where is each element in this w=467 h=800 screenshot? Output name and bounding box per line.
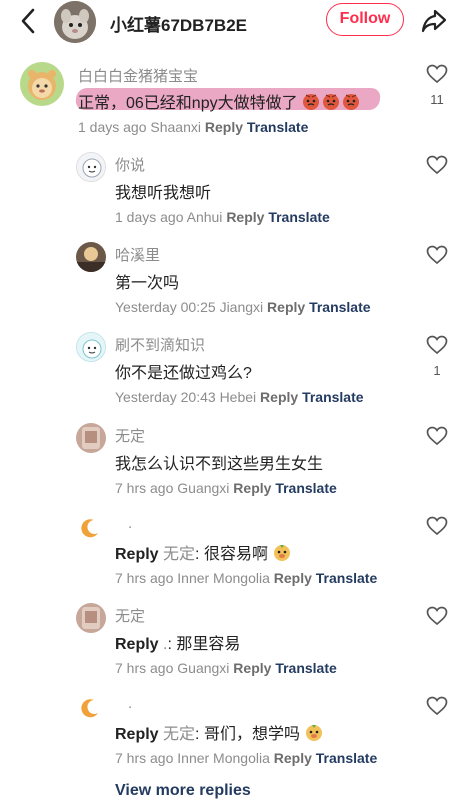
user-avatar[interactable] [76,332,106,362]
author-name[interactable]: 小红薯67DB7B2E [110,11,247,36]
comment-text: Reply 无定: 很容易啊 [115,540,292,567]
heart-icon[interactable] [426,426,448,446]
top-bar: 小红薯67DB7B2E Follow [0,0,467,44]
user-avatar[interactable] [76,242,106,272]
comment-time-location: 7 hrs ago Inner Mongolia [115,570,270,586]
reply-label: Reply [115,726,159,743]
heart-icon[interactable] [426,516,448,536]
view-more-replies-link[interactable]: View more replies [115,782,251,800]
comment-username[interactable]: 无定 [115,605,145,626]
heart-icon[interactable] [426,64,448,84]
heart-icon[interactable] [426,606,448,626]
translate-button[interactable]: Translate [275,660,336,676]
comment-meta: 7 hrs ago Inner Mongolia Reply Translate [115,570,377,586]
comment-time-location: Yesterday 20:43 Hebei [115,389,257,405]
comment-body: 正常，06已经和npy大做特做了 [78,95,298,112]
comment-time-location: 7 hrs ago Guangxi [115,660,230,676]
comment-username[interactable]: 无定 [115,425,145,446]
comment-time-location: 7 hrs ago Guangxi [115,480,230,496]
comment-text: Reply .: 那里容易 [115,630,240,654]
reply-button[interactable]: Reply [260,389,298,405]
translate-button[interactable]: Translate [268,209,329,225]
comment-time-location: 7 hrs ago Inner Mongolia [115,750,270,766]
heart-icon[interactable] [426,696,448,716]
user-avatar[interactable] [76,603,106,633]
comment-text: Reply 无定: 哥们，想学吗 [115,720,324,747]
comment-username[interactable]: 你说 [115,154,145,175]
translate-button[interactable]: Translate [309,299,370,315]
share-arrow-icon[interactable] [420,6,448,34]
like-count: 11 [430,92,444,107]
translate-button[interactable]: Translate [302,389,363,405]
user-avatar[interactable] [76,423,106,453]
comment-meta: 1 days ago Anhui Reply Translate [115,209,330,225]
reply-target[interactable]: 无定 [163,726,195,743]
reply-button[interactable]: Reply [233,480,271,496]
reply-button[interactable]: Reply [267,299,305,315]
translate-button[interactable]: Translate [247,119,308,135]
reply-button[interactable]: Reply [205,119,243,135]
user-avatar[interactable] [76,513,106,543]
comment-username[interactable]: . [128,695,132,712]
comment-body: 我想听我想听 [115,185,212,202]
comment-body: 第一次吗 [115,275,180,292]
heart-icon[interactable] [426,155,448,175]
translate-button[interactable]: Translate [316,750,377,766]
like-count: 1 [433,363,441,378]
comment-username[interactable]: 刷不到滴知识 [115,334,205,355]
comment-meta: 1 days ago Shaanxi Reply Translate [78,119,308,135]
dog-face-emoji-icon [304,722,324,747]
user-avatar[interactable] [76,152,106,182]
chevron-left-icon[interactable] [16,7,42,35]
comment-time-location: 1 days ago Anhui [115,209,223,225]
reply-button[interactable]: Reply [233,660,271,676]
heart-icon[interactable] [426,335,448,355]
dog-face-emoji-icon [272,542,292,567]
reply-target[interactable]: 无定 [163,546,195,563]
comment-time-location: Yesterday 00:25 Jiangxi [115,299,264,315]
comment-username[interactable]: 白白白金猪猪宝宝 [78,65,198,86]
comment-time-location: 1 days ago Shaanxi [78,119,201,135]
comment-body: : 那里容易 [167,636,241,653]
comment-meta: 7 hrs ago Guangxi Reply Translate [115,660,337,676]
comment-text: 正常，06已经和npy大做特做了 [78,89,362,116]
reply-button[interactable]: Reply [274,570,312,586]
translate-button[interactable]: Translate [316,570,377,586]
user-avatar[interactable] [20,62,64,106]
comment-meta: 7 hrs ago Guangxi Reply Translate [115,480,337,496]
reply-button[interactable]: Reply [226,209,264,225]
angry-face-emoji-icon [302,91,362,116]
comment-meta: Yesterday 20:43 Hebei Reply Translate [115,389,364,405]
comment-meta: Yesterday 00:25 Jiangxi Reply Translate [115,299,371,315]
user-avatar[interactable] [76,693,106,723]
heart-icon[interactable] [426,245,448,265]
reply-button[interactable]: Reply [274,750,312,766]
comment-meta: 7 hrs ago Inner Mongolia Reply Translate [115,750,377,766]
comment-username[interactable]: . [128,515,132,532]
comment-body: 你不是还做过鸡么? [115,365,252,382]
author-avatar[interactable] [54,1,96,43]
comment-body: : 很容易啊 [195,546,268,563]
reply-label: Reply [115,636,159,653]
follow-button[interactable]: Follow [326,3,404,36]
comment-username[interactable]: 哈溪里 [115,244,160,265]
reply-label: Reply [115,546,159,563]
comment-body: : 哥们，想学吗 [195,726,300,743]
translate-button[interactable]: Translate [275,480,336,496]
comment-body: 我怎么认识不到这些男生女生 [115,456,324,473]
